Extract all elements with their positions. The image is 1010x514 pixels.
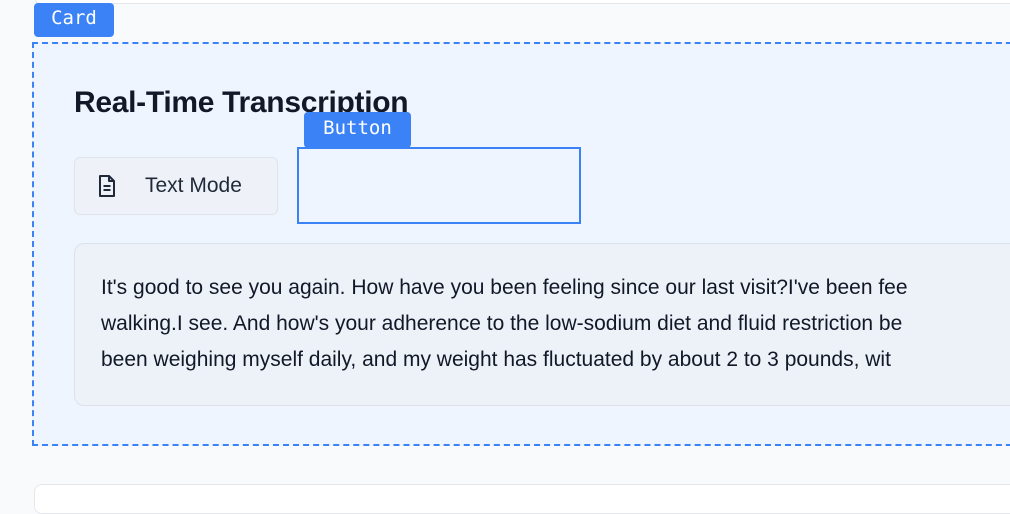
- text-mode-label: Text Mode: [145, 174, 242, 197]
- document-icon: [96, 174, 118, 198]
- empty-button[interactable]: [297, 147, 581, 224]
- transcript-line: walking.I see. And how's your adherence …: [101, 312, 903, 335]
- card-annotation-tag: Card: [34, 3, 114, 37]
- transcript-line: been weighing myself daily, and my weigh…: [101, 348, 891, 371]
- transcript-line: It's good to see you again. How have you…: [101, 276, 908, 299]
- previous-card-edge: [34, 0, 1010, 4]
- next-card-edge: [34, 484, 1010, 514]
- transcript-box: It's good to see you again. How have you…: [74, 243, 1010, 406]
- button-annotation-tag: Button: [304, 112, 411, 148]
- text-mode-button[interactable]: Text Mode: [74, 157, 278, 215]
